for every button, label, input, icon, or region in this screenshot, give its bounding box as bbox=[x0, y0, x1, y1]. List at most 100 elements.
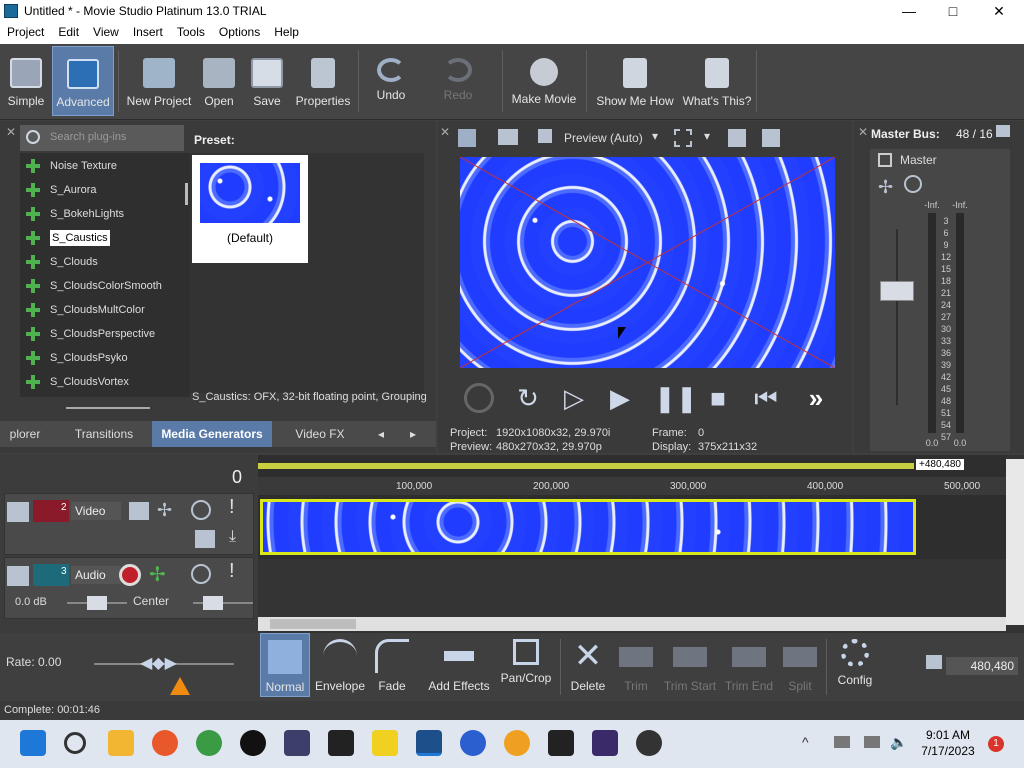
clock-date[interactable]: 7/17/2023 bbox=[918, 744, 978, 758]
preview-settings-icon[interactable] bbox=[458, 129, 476, 147]
recorder-icon[interactable] bbox=[240, 730, 266, 756]
media-player-icon[interactable] bbox=[636, 730, 662, 756]
video-track-header[interactable]: 2 Video ✢ ! ⤓ bbox=[4, 493, 254, 555]
save-button[interactable]: Save bbox=[246, 46, 288, 116]
minimize-button[interactable]: — bbox=[886, 0, 932, 23]
track-expand-icon[interactable] bbox=[7, 566, 29, 586]
yellow-app-icon[interactable] bbox=[372, 730, 398, 756]
movie-studio-taskbar-icon[interactable] bbox=[416, 730, 442, 756]
delete-button[interactable]: ✕ Delete bbox=[566, 633, 610, 697]
split-button[interactable]: Split bbox=[780, 633, 820, 697]
close-master-icon[interactable]: ✕ bbox=[858, 125, 868, 139]
master-fx-icon[interactable] bbox=[878, 153, 892, 167]
compositing-mode-icon[interactable] bbox=[195, 530, 215, 548]
save-snapshot-icon[interactable] bbox=[762, 129, 780, 147]
tab-media-generators[interactable]: Media Generators bbox=[152, 421, 272, 447]
properties-button[interactable]: Properties bbox=[293, 46, 353, 116]
pan-crop-button[interactable]: Pan/Crop bbox=[498, 633, 554, 697]
chrome-icon[interactable] bbox=[196, 730, 222, 756]
filezilla-icon[interactable] bbox=[328, 730, 354, 756]
plugin-item[interactable]: S_BokehLights bbox=[24, 203, 124, 225]
clapper-icon[interactable] bbox=[592, 730, 618, 756]
plugin-item[interactable]: S_CloudsPerspective bbox=[24, 323, 155, 345]
master-fader-thumb[interactable] bbox=[880, 281, 914, 301]
pan-slider-thumb[interactable] bbox=[203, 596, 223, 610]
redo-button[interactable]: Redo bbox=[432, 46, 484, 116]
file-explorer-icon[interactable] bbox=[108, 730, 134, 756]
audio-track-lane[interactable] bbox=[258, 559, 1006, 617]
track-mute-icon[interactable] bbox=[191, 564, 211, 584]
track-expand-icon[interactable] bbox=[7, 502, 29, 522]
tab-scroll-right-icon[interactable]: ▸ bbox=[400, 421, 426, 447]
search-taskbar-icon[interactable] bbox=[64, 732, 86, 754]
preview-quality-chevron-icon[interactable]: ▾ bbox=[652, 129, 658, 143]
trim-end-button[interactable]: Trim End bbox=[722, 633, 776, 697]
plugin-item[interactable]: Noise Texture bbox=[24, 155, 117, 177]
record-icon[interactable] bbox=[464, 383, 494, 413]
track-fx-icon[interactable]: ✢ bbox=[157, 500, 172, 521]
close-preview-icon[interactable]: ✕ bbox=[440, 125, 450, 139]
simple-button[interactable]: Simple bbox=[4, 46, 48, 116]
menu-insert[interactable]: Insert bbox=[126, 23, 170, 44]
scrollbar-thumb[interactable] bbox=[185, 183, 188, 205]
show-me-how-button[interactable]: Show Me How bbox=[592, 46, 678, 116]
track-mute-icon[interactable] bbox=[191, 500, 211, 520]
copy-snapshot-icon[interactable] bbox=[728, 129, 746, 147]
tray-monitor-icon[interactable] bbox=[864, 736, 880, 748]
video-event-clip[interactable] bbox=[260, 499, 916, 555]
timeline-horizontal-scrollbar[interactable] bbox=[258, 617, 1006, 631]
master-automation-icon[interactable]: ✢ bbox=[878, 177, 893, 198]
advanced-button[interactable]: Advanced bbox=[52, 46, 114, 116]
clock-time[interactable]: 9:01 AM bbox=[918, 728, 978, 742]
tray-network-icon[interactable] bbox=[834, 736, 850, 748]
volume-slider-thumb[interactable] bbox=[87, 596, 107, 610]
master-mute-icon[interactable] bbox=[904, 175, 922, 193]
monitor-icon[interactable] bbox=[498, 129, 518, 145]
menu-view[interactable]: View bbox=[86, 23, 126, 44]
audio-track-header[interactable]: 3 Audio ✢ ! 0.0 dB Center bbox=[4, 557, 254, 619]
close-panel-icon[interactable]: ✕ bbox=[6, 125, 16, 139]
menu-tools[interactable]: Tools bbox=[170, 23, 212, 44]
make-movie-button[interactable]: Make Movie bbox=[508, 46, 580, 116]
v-app-icon[interactable] bbox=[460, 730, 486, 756]
tab-transitions[interactable]: Transitions bbox=[56, 421, 152, 447]
config-button[interactable]: Config bbox=[832, 633, 878, 697]
plugin-item[interactable]: S_CloudsColorSmooth bbox=[24, 275, 162, 297]
plugin-item[interactable]: S_Aurora bbox=[24, 179, 96, 201]
plugin-item-selected[interactable]: S_Caustics bbox=[24, 227, 110, 249]
video-preview[interactable] bbox=[460, 157, 835, 368]
audio-track-name[interactable]: Audio bbox=[71, 566, 121, 584]
loop-region-bar[interactable] bbox=[258, 463, 914, 469]
tab-scroll-left-icon[interactable]: ◂ bbox=[368, 421, 394, 447]
video-track-name[interactable]: Video bbox=[71, 502, 121, 520]
pan-slider[interactable] bbox=[193, 602, 253, 604]
tab-video-fx[interactable]: Video FX bbox=[278, 421, 362, 447]
trim-button[interactable]: Trim bbox=[614, 633, 658, 697]
preset-thumbnail-card[interactable]: (Default) bbox=[192, 155, 308, 263]
open-button[interactable]: Open bbox=[198, 46, 240, 116]
rate-reset-icon[interactable] bbox=[170, 677, 190, 695]
undo-button[interactable]: Undo bbox=[366, 46, 416, 116]
plugin-item[interactable]: S_CloudsVortex bbox=[24, 371, 129, 393]
whats-this-button[interactable]: What's This? bbox=[682, 46, 752, 116]
split-screen-icon[interactable] bbox=[538, 129, 552, 143]
horizontal-scroll-thumb[interactable] bbox=[66, 407, 150, 409]
menu-project[interactable]: Project bbox=[0, 23, 51, 44]
firefox-icon[interactable] bbox=[152, 730, 178, 756]
timeline-scroll-thumb[interactable] bbox=[270, 619, 356, 629]
menu-help[interactable]: Help bbox=[267, 23, 306, 44]
grid-chevron-icon[interactable]: ▾ bbox=[704, 129, 710, 143]
notification-badge[interactable]: 1 bbox=[988, 736, 1004, 752]
search-box[interactable]: Search plug-ins bbox=[20, 125, 184, 151]
close-button[interactable]: ✕ bbox=[976, 0, 1022, 23]
track-solo-icon[interactable]: ! bbox=[229, 496, 235, 519]
tray-volume-icon[interactable]: 🔈 bbox=[890, 734, 907, 751]
track-solo-icon[interactable]: ! bbox=[229, 560, 235, 583]
start-windows-icon[interactable] bbox=[20, 730, 46, 756]
track-motion-icon[interactable] bbox=[129, 502, 149, 520]
rate-slider-thumb[interactable]: ◀◆▶ bbox=[140, 653, 184, 673]
tab-explorer[interactable]: plorer bbox=[0, 421, 50, 447]
fade-tool-button[interactable]: Fade bbox=[370, 633, 414, 697]
arm-record-icon[interactable] bbox=[119, 564, 141, 586]
video-editor-icon[interactable] bbox=[284, 730, 310, 756]
